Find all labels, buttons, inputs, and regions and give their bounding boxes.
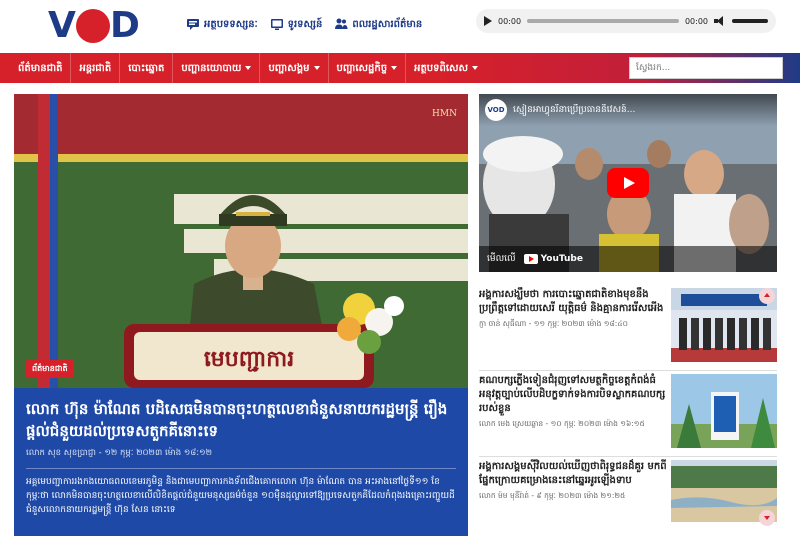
site-logo[interactable]: V D — [48, 5, 140, 46]
top-link-opinion[interactable]: អត្ថបទទស្សនៈ — [186, 17, 258, 32]
featured-image[interactable]: មេបញ្ជាការ HMN — [14, 94, 468, 388]
watch-on-youtube-link[interactable]: YouTube — [523, 254, 583, 264]
list-item-title[interactable]: គណបក្សភ្លើងទៀនជំរុញទៅសមត្ថកិច្ចខេត្តកំពង… — [479, 374, 667, 416]
tv-icon — [270, 19, 283, 30]
featured-meta: លោក សុខ សុខប្រាជ្ញា - ១២ កុម្ភៈ ២០២៣ ម៉ោ… — [26, 448, 213, 458]
nav-item-label: បញ្ហាសង្គម — [268, 62, 310, 74]
nav-item-label: ព័ត៌មានជាតិ — [18, 62, 63, 74]
divider — [479, 456, 777, 457]
search-input[interactable] — [629, 57, 783, 79]
list-item[interactable]: អង្គការសង្គមស៊ីវិលយល់ឃើញថាពិរុទ្ធជនដ៏គួរ… — [479, 460, 777, 538]
watch-on-label: មើលលើ — [487, 253, 516, 264]
photo-watermark: HMN — [432, 109, 457, 119]
top-link-label: ទូរទស្សន៍ — [287, 18, 323, 30]
nav-item-label: អត្ថបទពិសេស — [414, 62, 469, 74]
divider — [26, 468, 456, 469]
list-item-meta: លោក ម៉ម មុនីរ៉ាត់ - ៩ កុម្ភៈ ២០២៣ ម៉ោង ២… — [479, 491, 626, 500]
nav-item-international[interactable]: អន្តរជាតិ — [71, 53, 121, 83]
site-header: V D អត្ថបទទស្សនៈ ទូរទស្សន៍ ពលរដ្ឋសារព័ត៌… — [0, 0, 800, 52]
volume-icon[interactable] — [714, 16, 726, 26]
chevron-down-icon — [313, 66, 320, 70]
list-item-title[interactable]: អង្គការសង្ឃឹមថា ការបោះឆ្នោតជាតិខាងមុខនឹង… — [479, 288, 667, 316]
video-bottom-bar: មើលលើ YouTube — [479, 246, 777, 272]
latest-news-list: អង្គការសង្ឃឹមថា ការបោះឆ្នោតជាតិខាងមុខនឹង… — [479, 288, 777, 536]
youtube-embed[interactable]: VOD ស្មៀនអាហ្វុនរីនាប្រើប្រធាននិវេសន៍...… — [479, 94, 777, 272]
nav-item-special[interactable]: អត្ថបទពិសេស — [406, 53, 486, 83]
top-links: អត្ថបទទស្សនៈ ទូរទស្សន៍ ពលរដ្ឋសារព័ត៌មាន — [186, 14, 422, 34]
featured-caption: លោក ហ៊ុន ម៉ាណែត បដិសេធមិនបានចុះហត្ថលេខាជ… — [14, 388, 468, 536]
youtube-play-button[interactable] — [607, 168, 649, 198]
top-link-tv[interactable]: ទូរទស្សន៍ — [270, 17, 323, 32]
nav-item-politics[interactable]: បញ្ហានយោបាយ — [173, 53, 261, 83]
top-link-citizen-news[interactable]: ពលរដ្ឋសារព័ត៌មាន — [334, 17, 422, 32]
logo-letter-d: D — [110, 5, 140, 46]
audio-duration: 00:00 — [684, 16, 708, 26]
people-icon — [335, 18, 348, 29]
list-item-title[interactable]: អង្គការសង្គមស៊ីវិលយល់ឃើញថាពិរុទ្ធជនដ៏គួរ… — [479, 460, 667, 488]
top-link-label: អត្ថបទទស្សនៈ — [204, 18, 258, 30]
list-item[interactable]: អង្គការសង្ឃឹមថា ការបោះឆ្នោតជាតិខាងមុខនឹង… — [479, 288, 777, 366]
category-badge[interactable]: ព័ត៌មានជាតិ — [26, 360, 74, 378]
featured-photo: មេបញ្ជាការ HMN — [14, 94, 468, 388]
youtube-label: YouTube — [540, 254, 583, 264]
list-item-text: អង្គការសង្ឃឹមថា ការបោះឆ្នោតជាតិខាងមុខនឹង… — [479, 288, 667, 330]
list-item-text: អង្គការសង្គមស៊ីវិលយល់ឃើញថាពិរុទ្ធជនដ៏គួរ… — [479, 460, 667, 502]
chat-icon — [187, 19, 199, 30]
chevron-down-icon — [472, 66, 479, 70]
volume-slider[interactable] — [732, 19, 768, 23]
play-icon[interactable] — [484, 16, 492, 26]
list-item-meta: ក្ញា ចាន់ សុធីណា - ១១ កុម្ភៈ ២០២៣ ម៉ោង ១… — [479, 319, 628, 328]
logo-letter-o — [76, 9, 110, 43]
nav-item-label: បញ្ហាសេដ្ឋកិច្ច — [336, 62, 388, 74]
nav-item-election[interactable]: បោះឆ្នោត — [120, 53, 174, 83]
audio-player: 00:00 00:00 — [476, 9, 776, 33]
divider — [479, 370, 777, 371]
list-item-text: គណបក្សភ្លើងទៀនជំរុញទៅសមត្ថកិច្ចខេត្តកំពង… — [479, 374, 667, 430]
featured-title[interactable]: លោក ហ៊ុន ម៉ាណែត បដិសេធមិនបានចុះហត្ថលេខាជ… — [26, 398, 456, 442]
chevron-down-icon — [391, 66, 398, 70]
thumbnail-photo — [671, 374, 777, 448]
nav-item-label: បញ្ហានយោបាយ — [181, 62, 242, 74]
list-item[interactable]: គណបក្សភ្លើងទៀនជំរុញទៅសមត្ថកិច្ចខេត្តកំពង… — [479, 374, 777, 452]
scroll-down-button[interactable] — [759, 510, 775, 526]
chevron-down-icon — [245, 66, 252, 70]
video-title[interactable]: ស្មៀនអាហ្វុនរីនាប្រើប្រធាននិវេសន៍... — [513, 104, 635, 117]
video-title-bar: VOD ស្មៀនអាហ្វុនរីនាប្រើប្រធាននិវេសន៍... — [479, 94, 777, 126]
podium-banner-text: មេបញ្ជាការ — [204, 347, 294, 372]
nav-item-label: បោះឆ្នោត — [128, 62, 165, 74]
featured-article[interactable]: មេបញ្ជាការ HMN ព័ត៌មានជាតិ លោក ហ៊ុន ម៉ាណ… — [14, 94, 468, 536]
list-item-meta: លោក មេង ស្រេយឆ្លាន - ១០ កុម្ភៈ ២០២៣ ម៉ោង… — [479, 419, 645, 428]
top-link-label: ពលរដ្ឋសារព័ត៌មាន — [352, 18, 423, 30]
list-item-thumbnail[interactable] — [671, 374, 777, 448]
nav-item-society[interactable]: បញ្ហាសង្គម — [260, 53, 329, 83]
scroll-up-button[interactable] — [759, 288, 775, 304]
audio-seek-bar[interactable] — [527, 19, 679, 23]
featured-excerpt: អគ្គមេបញ្ជាការរងកងយោធពលខេមរភូមិន្ទ និងជា… — [26, 477, 455, 515]
nav-item-national[interactable]: ព័ត៌មានជាតិ — [10, 53, 72, 83]
nav-item-label: អន្តរជាតិ — [79, 62, 112, 74]
channel-avatar[interactable]: VOD — [485, 99, 507, 121]
logo-letter-v: V — [48, 5, 76, 46]
nav-item-economy[interactable]: បញ្ហាសេដ្ឋកិច្ច — [329, 53, 407, 83]
youtube-icon — [523, 254, 538, 264]
audio-current-time: 00:00 — [498, 16, 522, 26]
